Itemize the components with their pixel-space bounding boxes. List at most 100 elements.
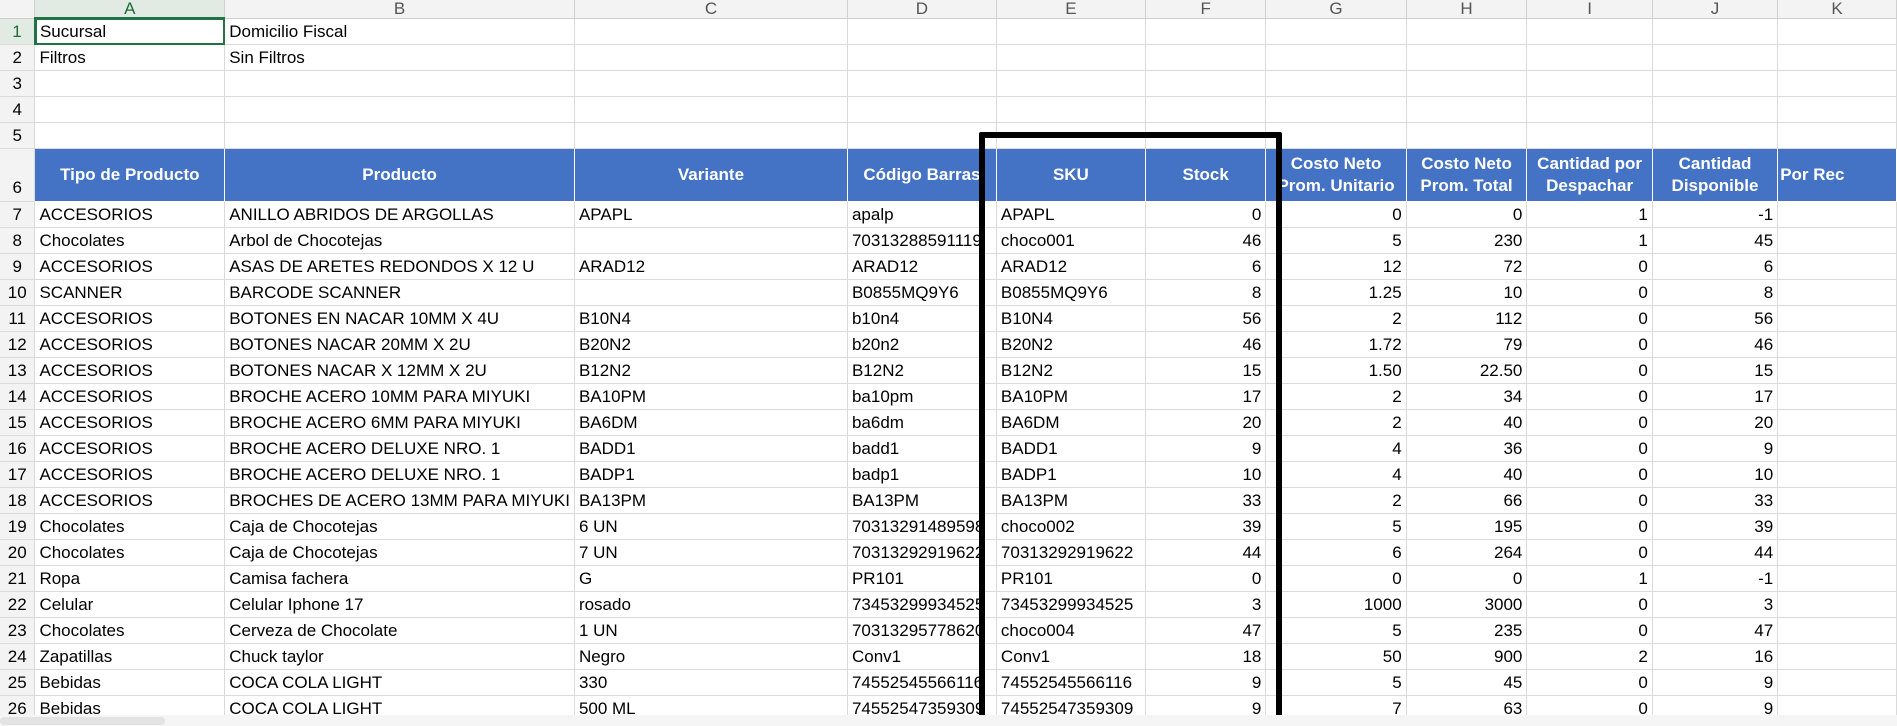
column-header-d[interactable]: D xyxy=(847,0,997,19)
table-cell[interactable]: 45 xyxy=(1406,669,1528,696)
table-cell[interactable]: 4 xyxy=(1265,435,1407,462)
table-cell[interactable] xyxy=(1777,227,1897,254)
table-cell[interactable]: 39 xyxy=(1652,513,1779,540)
table-cell[interactable]: -1 xyxy=(1652,201,1779,228)
table-cell[interactable]: 70313292919622 xyxy=(847,539,997,566)
cell[interactable] xyxy=(996,44,1146,71)
cell[interactable] xyxy=(1145,96,1267,123)
table-cell[interactable]: 3 xyxy=(1145,591,1267,618)
table-cell[interactable]: 39 xyxy=(1145,513,1267,540)
table-cell[interactable]: Celular xyxy=(34,591,226,618)
table-cell[interactable] xyxy=(1777,201,1897,228)
table-cell[interactable]: 70313295778620 xyxy=(847,617,997,644)
column-header-f[interactable]: F xyxy=(1145,0,1267,19)
table-cell[interactable]: -1 xyxy=(1652,565,1779,592)
table-cell[interactable]: 900 xyxy=(1406,643,1528,670)
cell[interactable]: Sucursal xyxy=(34,18,226,45)
table-cell[interactable] xyxy=(1777,669,1897,696)
table-cell[interactable]: 1 xyxy=(1526,565,1653,592)
table-cell[interactable]: Caja de Chocotejas xyxy=(224,539,575,566)
cell[interactable] xyxy=(1652,96,1779,123)
table-cell[interactable]: 0 xyxy=(1526,461,1653,488)
table-cell[interactable]: BROCHE ACERO 6MM PARA MIYUKI xyxy=(224,409,575,436)
table-cell[interactable]: 1.25 xyxy=(1265,279,1407,306)
row-header[interactable]: 23 xyxy=(0,617,36,644)
table-header-cell[interactable]: Variante xyxy=(574,148,848,202)
table-cell[interactable]: 1.72 xyxy=(1265,331,1407,358)
table-header-cell[interactable]: Por Rec xyxy=(1777,148,1897,202)
table-cell[interactable] xyxy=(1777,305,1897,332)
row-header[interactable]: 4 xyxy=(0,96,36,123)
table-header-cell[interactable]: Cantidad por Despachar xyxy=(1526,148,1653,202)
table-cell[interactable]: 2 xyxy=(1265,409,1407,436)
table-cell[interactable]: 45 xyxy=(1652,227,1779,254)
table-cell[interactable]: ACCESORIOS xyxy=(34,487,226,514)
table-cell[interactable]: 70313292919622 xyxy=(996,539,1146,566)
table-cell[interactable]: 46 xyxy=(1145,227,1267,254)
row-header[interactable]: 7 xyxy=(0,201,36,228)
table-header-cell[interactable]: SKU xyxy=(996,148,1146,202)
cell[interactable]: Filtros xyxy=(34,44,226,71)
cell[interactable] xyxy=(574,122,848,149)
table-cell[interactable]: 73453299934525 xyxy=(847,591,997,618)
cell[interactable] xyxy=(224,70,575,97)
table-cell[interactable]: Conv1 xyxy=(847,643,997,670)
table-cell[interactable]: 5 xyxy=(1265,513,1407,540)
row-header[interactable]: 25 xyxy=(0,669,36,696)
column-header-k[interactable]: K xyxy=(1777,0,1897,19)
row-header[interactable]: 15 xyxy=(0,409,36,436)
table-cell[interactable]: ASAS DE ARETES REDONDOS X 12 U xyxy=(224,253,575,280)
table-cell[interactable]: 0 xyxy=(1526,331,1653,358)
table-cell[interactable]: 3 xyxy=(1652,591,1779,618)
cell[interactable] xyxy=(1777,122,1897,149)
cell[interactable] xyxy=(1145,18,1267,45)
table-cell[interactable] xyxy=(1777,461,1897,488)
row-header[interactable]: 6 xyxy=(0,148,36,202)
table-cell[interactable]: 34 xyxy=(1406,383,1528,410)
cell[interactable] xyxy=(1265,122,1407,149)
table-cell[interactable]: BOTONES EN NACAR 10MM X 4U xyxy=(224,305,575,332)
spreadsheet-grid[interactable]: ABCDEFGHIJK 1 Sucursal Domicilio Fiscal 2 Fi… xyxy=(0,0,1897,726)
table-cell[interactable]: 0 xyxy=(1526,279,1653,306)
table-cell[interactable]: PR101 xyxy=(996,565,1146,592)
table-cell[interactable]: 47 xyxy=(1652,617,1779,644)
table-cell[interactable]: SCANNER xyxy=(34,279,226,306)
table-cell[interactable]: BADP1 xyxy=(996,461,1146,488)
table-header-cell[interactable]: Stock xyxy=(1145,148,1267,202)
table-cell[interactable]: 44 xyxy=(1652,539,1779,566)
table-cell[interactable]: 2 xyxy=(1526,643,1653,670)
table-cell[interactable] xyxy=(1777,591,1897,618)
table-cell[interactable]: 9 xyxy=(1145,669,1267,696)
table-cell[interactable]: ACCESORIOS xyxy=(34,253,226,280)
table-cell[interactable]: 0 xyxy=(1145,201,1267,228)
cell[interactable] xyxy=(1145,44,1267,71)
table-cell[interactable]: 0 xyxy=(1526,669,1653,696)
table-cell[interactable]: 5 xyxy=(1265,227,1407,254)
table-cell[interactable]: ACCESORIOS xyxy=(34,409,226,436)
row-header[interactable]: 11 xyxy=(0,305,36,332)
cell[interactable] xyxy=(1406,96,1528,123)
table-cell[interactable]: 46 xyxy=(1652,331,1779,358)
table-cell[interactable]: ACCESORIOS xyxy=(34,305,226,332)
table-cell[interactable]: B12N2 xyxy=(847,357,997,384)
table-cell[interactable]: 5 xyxy=(1265,669,1407,696)
table-cell[interactable]: Chocolates xyxy=(34,513,226,540)
table-cell[interactable]: Negro xyxy=(574,643,848,670)
table-cell[interactable] xyxy=(1777,539,1897,566)
table-cell[interactable]: choco002 xyxy=(996,513,1146,540)
cell[interactable] xyxy=(1406,122,1528,149)
table-header-cell[interactable]: Costo Neto Prom. Total xyxy=(1406,148,1528,202)
cell[interactable] xyxy=(1526,70,1653,97)
table-cell[interactable]: ARAD12 xyxy=(847,253,997,280)
table-cell[interactable]: 6 xyxy=(1265,539,1407,566)
cell[interactable] xyxy=(574,70,848,97)
cell[interactable] xyxy=(1406,18,1528,45)
table-cell[interactable]: APAPL xyxy=(996,201,1146,228)
table-cell[interactable]: B20N2 xyxy=(574,331,848,358)
table-cell[interactable]: Chocolates xyxy=(34,539,226,566)
table-cell[interactable] xyxy=(1777,487,1897,514)
table-cell[interactable]: ACCESORIOS xyxy=(34,461,226,488)
table-cell[interactable]: ba6dm xyxy=(847,409,997,436)
table-cell[interactable]: 40 xyxy=(1406,409,1528,436)
table-cell[interactable]: ANILLO ABRIDOS DE ARGOLLAS xyxy=(224,201,575,228)
